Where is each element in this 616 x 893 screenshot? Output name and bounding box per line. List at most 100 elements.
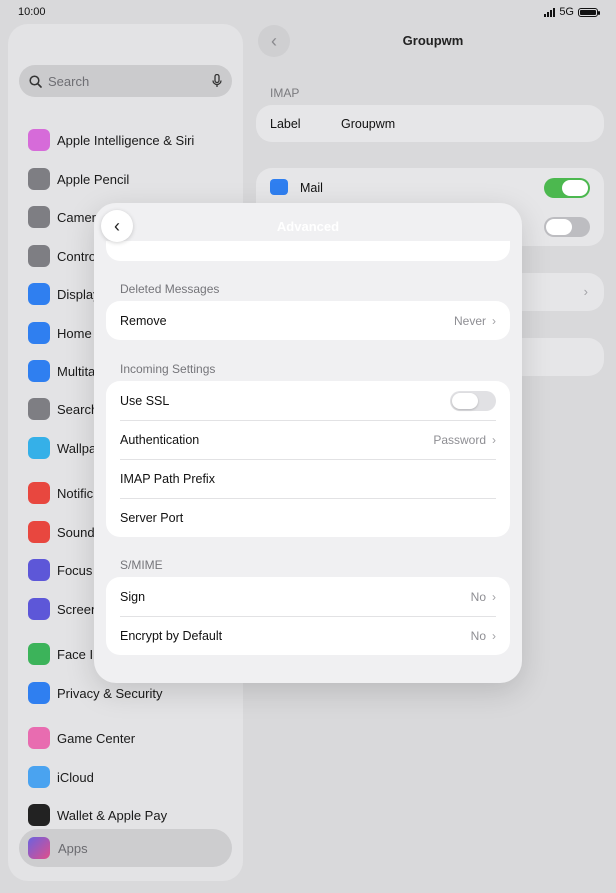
network-label: 5G xyxy=(559,6,574,18)
sidebar-item-label: Privacy & Security xyxy=(57,685,163,701)
pencil-icon xyxy=(28,168,50,190)
smime-header: S/MIME xyxy=(120,558,163,572)
control-centre-icon xyxy=(28,245,50,267)
bell-icon xyxy=(28,482,50,504)
chevron-right-icon: › xyxy=(492,432,496,447)
battery-icon xyxy=(578,7,600,17)
secondary-toggle[interactable] xyxy=(544,217,590,237)
deleted-messages-group: Remove Never › xyxy=(106,301,510,340)
advanced-sheet: ‹ Advanced Deleted Messages Remove Never… xyxy=(94,203,522,683)
use-ssl-toggle[interactable] xyxy=(450,390,496,411)
sidebar-item-4[interactable]: Display xyxy=(28,281,100,307)
cloud-icon xyxy=(28,766,50,788)
face-id-icon xyxy=(28,643,50,665)
modal-title: Advanced xyxy=(276,219,340,234)
sidebar-item-2[interactable]: Camera xyxy=(28,204,103,230)
sidebar-item-14[interactable]: Privacy & Security xyxy=(28,680,162,706)
sidebar-item-label: Notific xyxy=(57,485,94,501)
deleted-messages-header: Deleted Messages xyxy=(120,282,220,296)
home-screen-icon xyxy=(28,322,50,344)
chevron-right-icon: › xyxy=(492,313,496,328)
sidebar-item-label: Wallet & Apple Pay xyxy=(57,807,168,823)
search-field[interactable]: Search xyxy=(19,65,232,97)
encrypt-by-default-row[interactable]: Encrypt by Default No › xyxy=(106,616,510,655)
sidebar-item-11[interactable]: Focus xyxy=(28,557,92,583)
sidebar-item-label: Apple Intelligence & Siri xyxy=(57,132,195,148)
brightness-icon xyxy=(28,283,50,305)
imap-path-prefix-label: IMAP Path Prefix xyxy=(120,471,215,486)
status-right: 5G xyxy=(544,6,600,18)
sidebar-item-16[interactable]: iCloud xyxy=(28,764,94,790)
mail-toggle[interactable] xyxy=(544,178,590,198)
sidebar-item-8[interactable]: Wallpa xyxy=(28,435,96,461)
remove-label: Remove xyxy=(120,313,167,328)
use-ssl-label: Use SSL xyxy=(120,393,170,408)
search-placeholder: Search xyxy=(48,73,90,89)
label-value: Groupwm xyxy=(341,117,396,131)
sign-label: Sign xyxy=(120,589,146,604)
encrypt-by-default-value: No xyxy=(470,628,486,643)
sidebar-item-1[interactable]: Apple Pencil xyxy=(28,166,129,192)
chevron-right-icon: › xyxy=(583,284,588,299)
sidebar-item-5[interactable]: Home xyxy=(28,320,92,346)
sidebar-item-label: Wallpa xyxy=(57,440,97,456)
incoming-settings-group: Use SSL Authentication Password › IMAP P… xyxy=(106,381,510,537)
label-row[interactable]: Label Groupwm xyxy=(256,105,604,142)
remove-value: Never xyxy=(453,313,486,328)
apps-label: Apps xyxy=(58,840,88,856)
sidebar-item-label: Contro xyxy=(57,248,97,264)
sidebar-item-label: Multita xyxy=(57,363,96,379)
chevron-right-icon: › xyxy=(492,589,496,604)
apps-icon xyxy=(28,837,50,859)
sidebar-item-6[interactable]: Multita xyxy=(28,358,95,384)
sidebar-item-3[interactable]: Contro xyxy=(28,243,96,269)
sidebar-item-apps[interactable]: Apps xyxy=(19,829,232,867)
sign-row[interactable]: Sign No › xyxy=(106,577,510,616)
section-header-imap: IMAP xyxy=(270,86,300,100)
sidebar-item-label: iCloud xyxy=(57,769,94,785)
smime-group: Sign No › Encrypt by Default No › xyxy=(106,577,510,655)
sidebar-item-13[interactable]: Face ID xyxy=(28,641,103,667)
sidebar-item-label: Apple Pencil xyxy=(57,171,130,187)
status-time: 10:00 xyxy=(18,6,46,18)
hourglass-icon xyxy=(28,598,50,620)
game-center-icon xyxy=(28,727,50,749)
search-icon xyxy=(29,74,42,88)
sidebar-item-0[interactable]: Apple Intelligence & Siri xyxy=(28,127,194,153)
wallet-icon xyxy=(28,804,50,826)
wallpaper-icon xyxy=(28,437,50,459)
label-key: Label xyxy=(270,117,301,131)
use-ssl-row: Use SSL xyxy=(106,381,510,420)
sidebar-item-7[interactable]: Search xyxy=(28,396,98,422)
sidebar-item-label: Search xyxy=(57,401,99,417)
sidebar-item-label: Screen xyxy=(57,601,99,617)
sidebar-item-17[interactable]: Wallet & Apple Pay xyxy=(28,802,167,828)
microphone-icon[interactable] xyxy=(212,74,222,88)
moon-icon xyxy=(28,559,50,581)
sidebar-item-10[interactable]: Sounds xyxy=(28,519,101,545)
sidebar-item-label: Focus xyxy=(57,562,93,578)
speaker-icon xyxy=(28,521,50,543)
chevron-right-icon: › xyxy=(492,628,496,643)
encrypt-by-default-label: Encrypt by Default xyxy=(120,628,223,643)
status-bar: 10:00 5G xyxy=(0,0,616,24)
authentication-row[interactable]: Authentication Password › xyxy=(106,420,510,459)
incoming-settings-header: Incoming Settings xyxy=(120,362,216,376)
camera-icon xyxy=(28,206,50,228)
sidebar-item-label: Home xyxy=(57,325,92,341)
mail-icon xyxy=(270,179,288,195)
authentication-value: Password xyxy=(433,432,486,447)
multitasking-icon xyxy=(28,360,50,382)
server-port-row[interactable]: Server Port xyxy=(106,498,510,537)
sign-value: No xyxy=(470,589,486,604)
remove-row[interactable]: Remove Never › xyxy=(106,301,510,340)
imap-path-prefix-row[interactable]: IMAP Path Prefix xyxy=(106,459,510,498)
mail-label: Mail xyxy=(300,181,323,195)
sidebar-item-9[interactable]: Notific xyxy=(28,480,93,506)
previous-group-edge xyxy=(106,241,510,261)
search-icon xyxy=(28,398,50,420)
siri-icon xyxy=(28,129,50,151)
sidebar-item-12[interactable]: Screen xyxy=(28,596,98,622)
server-port-label: Server Port xyxy=(120,510,184,525)
sidebar-item-15[interactable]: Game Center xyxy=(28,725,135,751)
